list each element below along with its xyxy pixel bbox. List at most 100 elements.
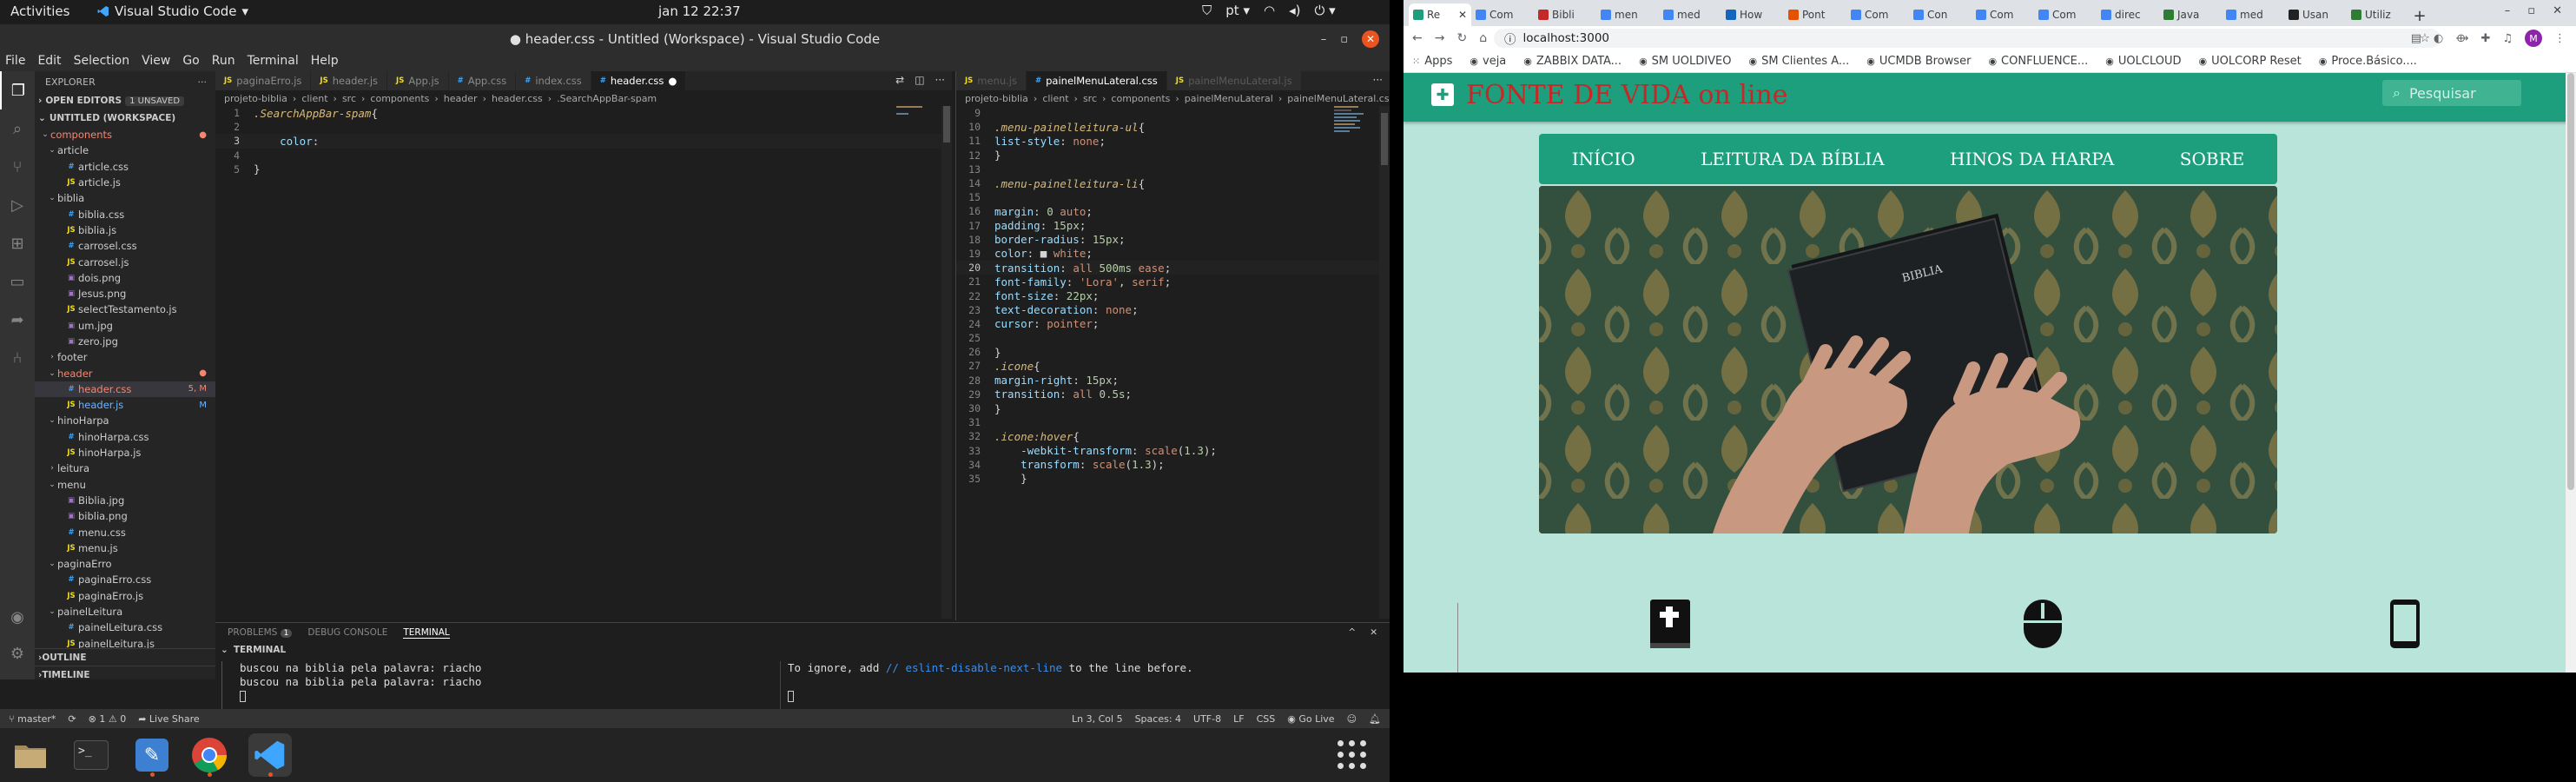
split-editor-icon[interactable]: ◫ — [915, 74, 924, 86]
sync-icon[interactable]: ⟳ — [68, 713, 76, 725]
tree-item[interactable]: ▣ zero.jpg — [35, 334, 215, 349]
cursor-position[interactable]: Ln 3, Col 5 — [1072, 713, 1123, 725]
tree-item[interactable]: # biblia.css — [35, 206, 215, 222]
nav-link-leitura[interactable]: LEITURA DA BÍBLIA — [1701, 149, 1885, 169]
tree-item[interactable]: ⌄ hinoHarpa — [35, 413, 215, 428]
bookmark-item[interactable]: ◉ veja — [1470, 55, 1506, 68]
menu-selection[interactable]: Selection — [74, 54, 130, 71]
minimize-icon[interactable]: – — [1321, 33, 1327, 46]
bookmark-apps[interactable]: ⁙ Apps — [1412, 55, 1452, 68]
minimap[interactable] — [896, 106, 940, 176]
system-tray[interactable]: ⛉ pt ▾ ◠ ◂) ⏻ ▾ — [1202, 3, 1336, 18]
media-icon[interactable]: ♫ — [2502, 32, 2513, 45]
tree-item[interactable]: JS menu.js — [35, 540, 215, 556]
extension-icon[interactable]: ⟴ — [2455, 32, 2468, 45]
maximize-icon[interactable]: ▫ — [2527, 4, 2535, 17]
editor-scrollbar[interactable] — [941, 106, 952, 619]
browser-tab[interactable]: Re ✕ — [1409, 3, 1471, 26]
text-editor-app-icon[interactable]: ✎ — [130, 733, 174, 777]
tree-item[interactable]: ⌄ article — [35, 142, 215, 158]
tab-problems[interactable]: PROBLEMS 1 — [228, 627, 293, 638]
extension-icon[interactable]: ▤ — [2411, 32, 2421, 45]
tree-item[interactable]: JS biblia.js — [35, 222, 215, 238]
tab-terminal[interactable]: TERMINAL — [403, 627, 450, 639]
bookmark-item[interactable]: ◉ Proce.Básico.... — [2319, 55, 2417, 68]
browser-tab[interactable]: Com — [1846, 3, 1909, 26]
browser-tab[interactable]: Pont — [1784, 3, 1846, 26]
more-actions-icon[interactable]: ··· — [1373, 74, 1383, 86]
encoding[interactable]: UTF-8 — [1193, 713, 1221, 725]
editor-tab[interactable]: # index.css — [516, 71, 591, 90]
breadcrumb-item[interactable]: header — [444, 93, 478, 104]
site-title[interactable]: FONTE DE VIDA on line — [1466, 80, 1788, 110]
browser-tab[interactable]: med — [1659, 3, 1721, 26]
settings-gear-icon[interactable]: ⚙ — [0, 634, 35, 673]
tree-item[interactable]: # carrosel.css — [35, 238, 215, 254]
tree-item[interactable]: # painelLeitura.css — [35, 620, 215, 635]
code-editor[interactable]: 9 10 .menu-painelleitura-ul{11 list-style: … — [956, 106, 1390, 486]
browser-tab[interactable]: Java — [2159, 3, 2222, 26]
breadcrumb-item[interactable]: header.css — [492, 93, 543, 104]
mouse-icon[interactable] — [2022, 598, 2064, 653]
tree-item[interactable]: ▣ dois.png — [35, 270, 215, 286]
close-icon[interactable]: ✕ — [1362, 30, 1379, 48]
code-editor[interactable]: 1 .SearchAppBar-spam{2 3 color:4 5} — [215, 106, 952, 176]
extensions-puzzle-icon[interactable]: ✚ — [2480, 32, 2490, 45]
wifi-icon[interactable]: ◠ — [1264, 3, 1275, 18]
editor-tab[interactable]: JS paginaErro.js — [215, 71, 312, 90]
live-share-icon[interactable]: ➦ — [0, 301, 35, 339]
tab-debug-console[interactable]: DEBUG CONSOLE — [307, 627, 387, 638]
avatar[interactable]: M — [2525, 30, 2542, 47]
editor-tab[interactable]: JS header.js — [311, 71, 388, 90]
bookmark-item[interactable]: ◉ SM UOLDIVEO — [1639, 55, 1731, 68]
info-icon[interactable]: ⓘ — [1504, 30, 1516, 47]
git-graph-icon[interactable]: ⑃ — [0, 339, 35, 377]
site-search-input[interactable]: ⌕ Pesquisar — [2382, 80, 2521, 106]
back-icon[interactable]: ← — [1412, 31, 1423, 45]
shield-icon[interactable]: ⛉ — [1202, 3, 1212, 18]
problems-indicator[interactable]: ⊗ 1 ⚠ 0 — [89, 713, 127, 725]
tree-item[interactable]: JS carrosel.js — [35, 254, 215, 269]
tree-item[interactable]: JS header.js M — [35, 397, 215, 413]
editor-tab[interactable]: # painelMenuLateral.css — [1027, 71, 1167, 90]
editor-scrollbar[interactable] — [1379, 106, 1390, 619]
tree-item[interactable]: JS article.js — [35, 175, 215, 190]
breadcrumb-item[interactable]: src — [1083, 93, 1097, 104]
tree-item[interactable]: ⌄ menu — [35, 477, 215, 493]
volume-icon[interactable]: ◂) — [1289, 3, 1300, 18]
nav-link-inicio[interactable]: INÍCIO — [1572, 149, 1635, 169]
new-tab-button[interactable]: + — [2409, 5, 2430, 26]
nav-link-sobre[interactable]: SOBRE — [2180, 149, 2244, 169]
extension-icon[interactable]: ◐ — [2434, 32, 2443, 45]
search-icon[interactable]: ⌕ — [0, 109, 35, 148]
tree-item[interactable]: ⌄ biblia — [35, 190, 215, 206]
more-actions-icon[interactable]: ··· — [935, 74, 945, 86]
end-of-line[interactable]: LF — [1233, 713, 1244, 725]
branch-indicator[interactable]: ⑂ master* — [9, 713, 56, 725]
terminal-header[interactable]: ⌄ TERMINAL — [215, 642, 1390, 658]
clock[interactable]: jan 12 22:37 — [658, 3, 741, 19]
tree-item[interactable]: JS selectTestamento.js — [35, 302, 215, 317]
breadcrumb-item[interactable]: components — [370, 93, 429, 104]
breadcrumb-item[interactable]: src — [342, 93, 356, 104]
notifications-icon[interactable]: 🔔︎ — [1369, 713, 1381, 725]
tree-item[interactable]: JS paginaErro.js — [35, 588, 215, 604]
bookmark-item[interactable]: ◉ CONFLUENCE... — [1988, 55, 2088, 68]
active-app-menu[interactable]: Visual Studio Code ▾ — [97, 3, 248, 19]
timeline-section[interactable]: › TIMELINE — [35, 666, 215, 679]
files-app-icon[interactable] — [9, 733, 52, 777]
editor-tab[interactable]: JS App.js — [387, 71, 449, 90]
browser-tab[interactable]: Com — [2034, 3, 2097, 26]
bible-icon[interactable] — [1648, 598, 1694, 653]
tree-item[interactable]: # hinoHarpa.css — [35, 429, 215, 445]
editor-tab[interactable]: JS menu.js — [956, 71, 1027, 90]
menu-terminal[interactable]: Terminal — [248, 54, 299, 71]
go-live-button[interactable]: ◉ Go Live — [1287, 713, 1334, 725]
smartphone-icon[interactable] — [2388, 598, 2421, 653]
keyboard-language[interactable]: pt ▾ — [1225, 3, 1250, 18]
extensions-icon[interactable]: ⊞ — [0, 224, 35, 262]
browser-tab[interactable]: men — [1596, 3, 1659, 26]
browser-tab[interactable]: direc — [2097, 3, 2159, 26]
close-icon[interactable]: ✕ — [2553, 4, 2562, 17]
vscode-app-icon[interactable] — [248, 733, 292, 777]
